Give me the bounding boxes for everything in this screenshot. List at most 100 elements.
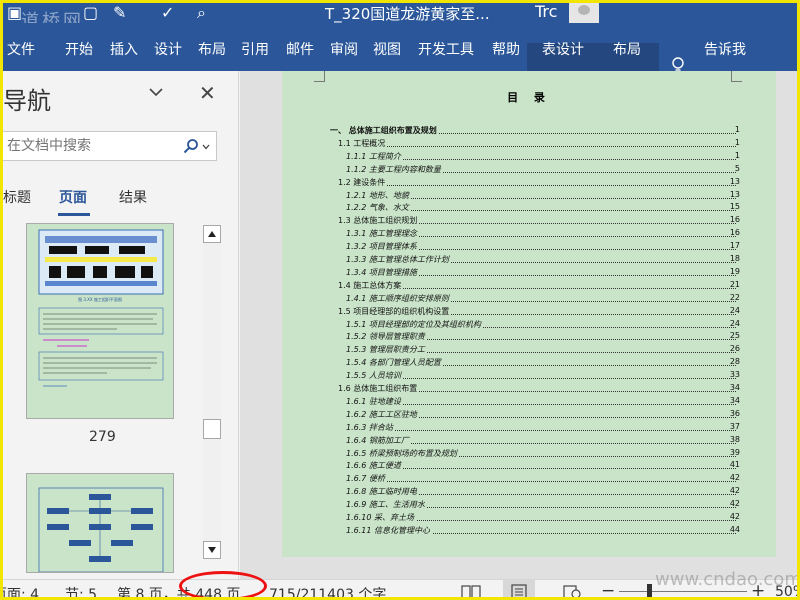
toc-entry-text: 1.3.3 施工管理总体工作计划 [346,254,451,265]
web-layout-icon[interactable] [563,585,581,599]
new-document-icon[interactable]: ▢ [83,4,98,22]
toc-entry[interactable]: 1.6.6 施工便道 41 [282,460,776,472]
tab-mailings[interactable]: 邮件 [286,39,314,59]
toc-entry[interactable]: 1.2.2 气象、水文 15 [282,202,776,214]
toc-entry[interactable]: 1.2 建设条件 13 [282,176,776,189]
check-icon[interactable]: ✓ [161,4,174,22]
toc-entry[interactable]: 1.5.3 管理层职责分工 26 [282,344,776,356]
tell-me-search[interactable]: 告诉我 [704,39,746,59]
tab-layout[interactable]: 布局 [198,39,226,59]
toc-entry-text: 1.6.4 钢筋加工厂 [346,434,411,446]
toc-entry-page: 41 [729,460,740,470]
status-word-count[interactable]: 715/211403 个字 [269,584,386,597]
toc-entry[interactable]: 1.6.11 信息化管理中心 44 [282,524,776,537]
scroll-down-button[interactable] [203,541,221,559]
toc-entry[interactable]: 1.1.1 工程简介 1 [282,150,776,163]
toc-leader-dots [346,378,736,380]
tab-references[interactable]: 引用 [241,39,269,59]
toc-entry[interactable]: 一、 总体施工组织布置及规划 1 [282,125,776,137]
tab-results[interactable]: 结果 [119,187,147,207]
zoom-out-button[interactable]: − [601,581,615,597]
print-preview-icon[interactable]: ⌕ [197,4,206,22]
toc-entry[interactable]: 1.1.2 主要工程内容和数量 5 [282,163,776,176]
toc-entry-page: 1 [734,137,740,147]
title-bar: ▣ 道桥网 ▢ ✎ ✓ ⌕ T_320国道龙游黄家至... Trc [3,3,797,32]
page-thumbnail[interactable] [26,473,174,573]
toc-entry[interactable]: 1.6.3 拌合站 37 [282,421,776,434]
toc-entry[interactable]: 1.6 总体施工组织布置 34 [282,383,776,395]
toc-leader-dots [346,403,736,405]
page-thumbnail[interactable]: 图 3.XX 施工组织平面图 [26,223,174,419]
toc-entry[interactable]: 1.5.2 领导层管理职责 25 [282,331,776,343]
tab-pages[interactable]: 页面 [59,187,87,207]
zoom-slider-thumb[interactable] [647,584,652,597]
status-page[interactable]: 页面: 4 [3,584,39,597]
document-page[interactable]: 目 录 一、 总体施工组织布置及规划 1 1.1 工程概况 1 1.1.1 工程简介 1 1… [282,71,776,557]
toc-entry-page: 1 [734,150,740,160]
chevron-down-icon[interactable] [202,144,210,150]
tab-help[interactable]: 帮助 [492,39,520,59]
toc-entry[interactable]: 1.6.8 施工临时用电 42 [282,486,776,498]
tab-view[interactable]: 视图 [373,39,401,59]
toc-entry[interactable]: 1.6.1 驻地建设 34 [282,395,776,408]
avatar[interactable] [569,3,599,23]
tab-table-layout[interactable]: 布局 [613,39,641,59]
search-input[interactable] [7,136,175,156]
toc-entry[interactable]: 1.3.1 施工管理理念 16 [282,228,776,240]
toc-entry[interactable]: 1.5.1 项目经理部的定位及其组织机构 24 [282,318,776,331]
toc-entry-page: 28 [729,357,740,367]
read-mode-icon[interactable] [461,585,481,599]
toc-entry[interactable]: 1.6.7 便桥 42 [282,473,776,485]
tab-developer[interactable]: 开发工具 [418,39,474,59]
toc-entry[interactable]: 1.5.4 各部门管理人员配置 28 [282,357,776,369]
toc-entry[interactable]: 1.3.4 项目管理措施 19 [282,266,776,279]
tab-review[interactable]: 审阅 [330,39,358,59]
touch-mode-icon[interactable]: ✎ [113,4,126,22]
scroll-thumb[interactable] [203,419,221,439]
toc-entry[interactable]: 1.6.2 施工工区驻地 36 [282,408,776,421]
nav-pane-title: 导航 [3,87,51,115]
tab-home[interactable]: 开始 [65,39,93,59]
tab-headings[interactable]: 标题 [3,187,31,207]
word-window: ▣ 道桥网 ▢ ✎ ✓ ⌕ T_320国道龙游黄家至... Trc 文件 开始 … [0,0,800,600]
tab-file[interactable]: 文件 [7,39,35,59]
toc-entry[interactable]: 1.6.5 桥梁预制场的布置及规划 39 [282,447,776,460]
toc-entry[interactable]: 1.4 施工总体方案 21 [282,279,776,292]
user-name[interactable]: Trc [535,3,557,21]
document-title: T_320国道龙游黄家至... [325,5,490,23]
tab-design[interactable]: 设计 [154,39,182,59]
scroll-up-button[interactable] [203,225,221,243]
toc-entry[interactable]: 1.1 工程概况 1 [282,137,776,150]
toc-entry[interactable]: 1.6.9 施工、生活用水 42 [282,499,776,511]
toc-entry[interactable]: 1.6.10 采、弃土场 42 [282,512,776,524]
toc-entry[interactable]: 1.3 总体施工组织规划 16 [282,215,776,227]
toc-entry-page: 5 [734,163,740,173]
status-section[interactable]: 节: 5 [65,584,97,597]
toc-entry-text: 1.6.6 施工便道 [346,460,403,472]
toc-entry-page: 39 [729,447,740,457]
toc-entry[interactable]: 1.3.2 项目管理体系 17 [282,241,776,253]
toc-entry-page: 42 [729,512,740,521]
toc-leader-dots [346,429,736,431]
nav-scrollbar[interactable] [203,225,221,559]
print-layout-button[interactable] [503,580,535,597]
toc-entry[interactable]: 1.6.4 钢筋加工厂 38 [282,434,776,447]
search-icon[interactable] [183,138,199,154]
save-icon[interactable]: ▣ [7,4,22,22]
toc-entry-text: 1.5.1 项目经理部的定位及其组织机构 [346,318,483,330]
tab-insert[interactable]: 插入 [110,39,138,59]
toc-entry[interactable]: 1.5 项目经理部的组织机构设置 24 [282,305,776,318]
toc-entry-page: 42 [729,486,740,496]
toc-entry[interactable]: 1.3.3 施工管理总体工作计划 18 [282,254,776,266]
close-icon[interactable]: ✕ [199,81,216,105]
document-area[interactable]: 目 录 一、 总体施工组织布置及规划 1 1.1 工程概况 1 1.1.1 工程简介 1 1… [240,71,797,579]
toc-entry[interactable]: 1.4.1 施工顺序组织安排原则 22 [282,292,776,305]
zoom-slider[interactable] [619,591,747,592]
chevron-down-icon[interactable] [148,85,164,99]
tab-table-design[interactable]: 表设计 [542,39,584,59]
toc-entry[interactable]: 1.2.1 地形、地貌 13 [282,189,776,202]
toc-entry-page: 34 [729,383,740,392]
toc-entry[interactable]: 1.5.5 人员培训 33 [282,370,776,382]
toc-entry-page: 38 [729,434,740,444]
annotation-ellipse [179,571,267,597]
